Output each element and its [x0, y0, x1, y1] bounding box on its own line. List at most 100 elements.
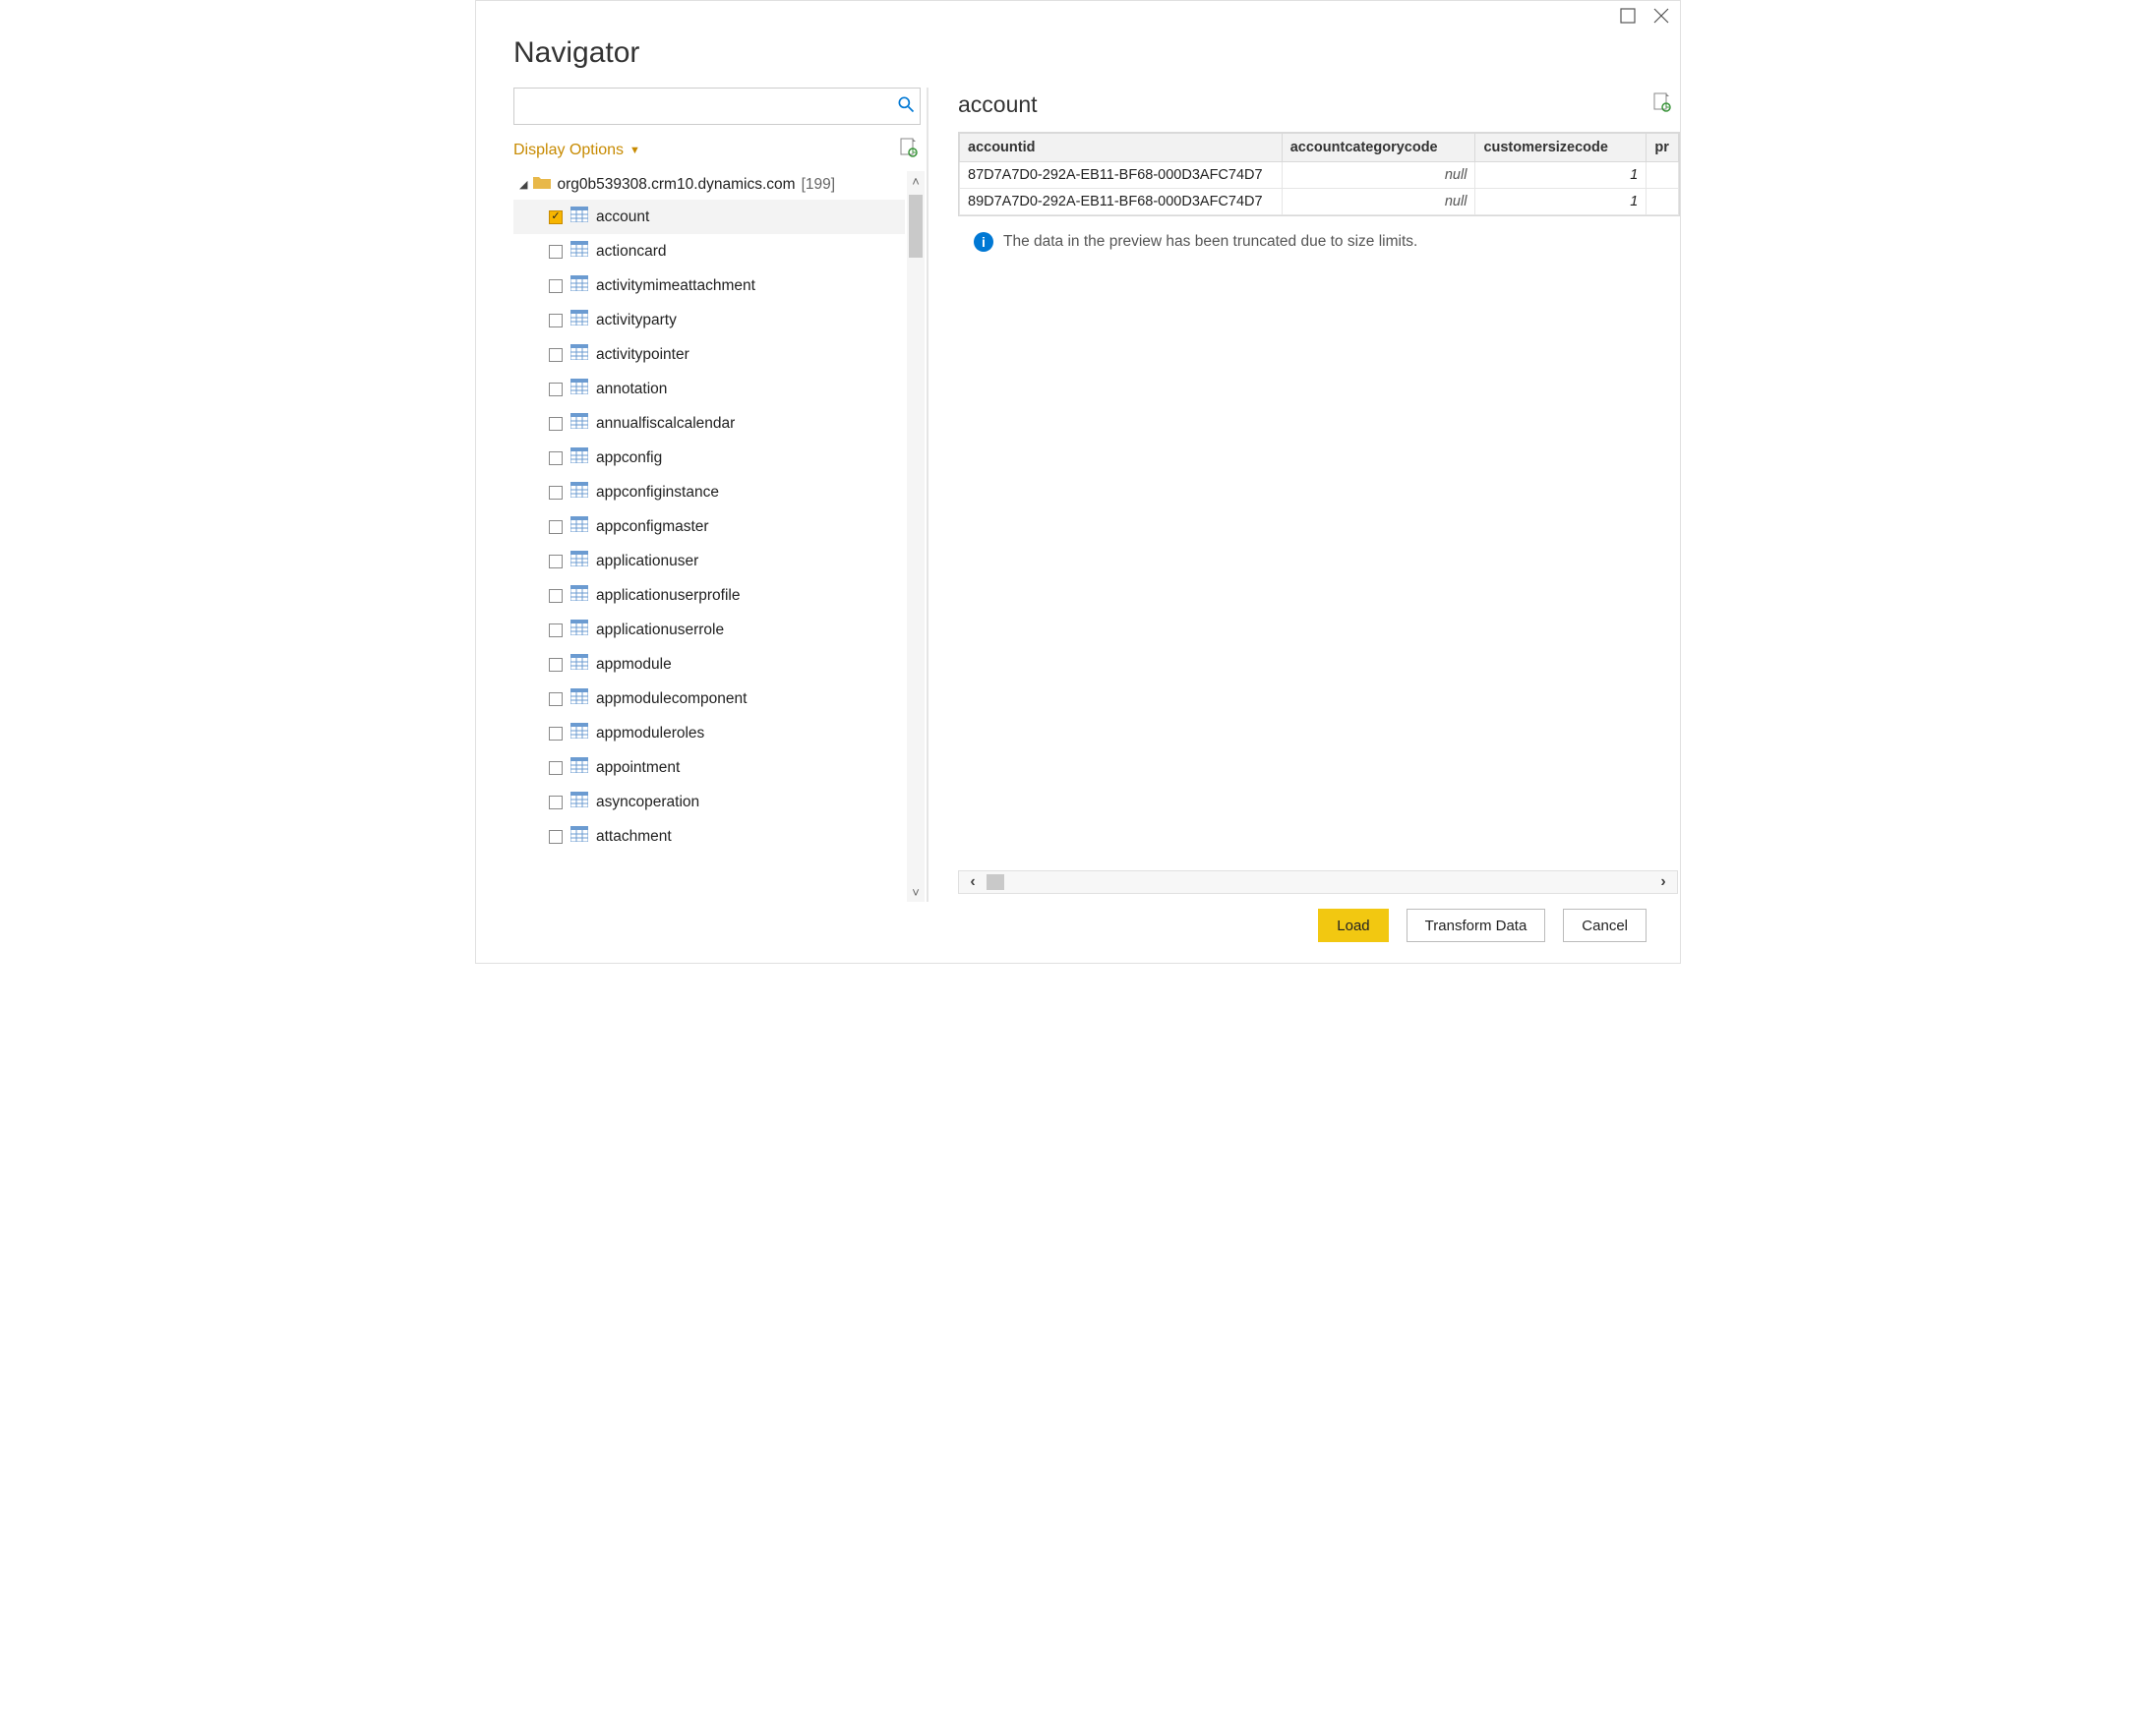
tree-item-appconfiginstance[interactable]: appconfiginstance [513, 475, 905, 509]
hscroll-thumb[interactable] [987, 874, 1004, 890]
tree-item-appmoduleroles[interactable]: appmoduleroles [513, 716, 905, 750]
display-options-dropdown[interactable]: Display Options ▼ [513, 142, 640, 159]
tree-item-asyncoperation[interactable]: asyncoperation [513, 785, 905, 819]
checkbox[interactable] [549, 245, 563, 259]
transform-data-button[interactable]: Transform Data [1407, 909, 1546, 942]
table-icon [570, 826, 588, 847]
cell: null [1282, 162, 1475, 189]
table-icon [570, 585, 588, 606]
maximize-icon[interactable] [1619, 7, 1637, 30]
display-options-label: Display Options [513, 142, 624, 159]
checkbox[interactable] [549, 761, 563, 775]
table-icon [570, 207, 588, 227]
tree-item-label: appointment [596, 759, 680, 777]
scroll-up-icon[interactable]: ˄ [907, 171, 925, 191]
checkbox[interactable] [549, 727, 563, 741]
tree-item-attachment[interactable]: attachment [513, 819, 905, 854]
close-icon[interactable] [1652, 7, 1670, 30]
tree-vertical-scrollbar[interactable]: ˄ ˅ [907, 171, 925, 902]
tree-item-appointment[interactable]: appointment [513, 750, 905, 785]
dialog-footer: Load Transform Data Cancel [476, 902, 1680, 963]
checkbox[interactable] [549, 314, 563, 327]
cancel-button[interactable]: Cancel [1563, 909, 1647, 942]
tree-item-applicationuserrole[interactable]: applicationuserrole [513, 613, 905, 647]
checkbox[interactable] [549, 796, 563, 809]
checkbox[interactable] [549, 658, 563, 672]
checkbox[interactable] [549, 383, 563, 396]
table-icon [570, 379, 588, 399]
search-icon[interactable] [896, 94, 916, 119]
table-icon [570, 413, 588, 434]
tree-root[interactable]: ◢ org0b539308.crm10.dynamics.com [199] [513, 171, 905, 200]
scroll-down-icon[interactable]: ˅ [907, 882, 925, 902]
scroll-left-icon[interactable]: ‹ [959, 873, 987, 891]
refresh-preview-icon[interactable] [1652, 91, 1672, 118]
cell: null [1282, 189, 1475, 215]
tree-item-annualfiscalcalendar[interactable]: annualfiscalcalendar [513, 406, 905, 441]
tree-item-actioncard[interactable]: actioncard [513, 234, 905, 268]
tree-item-activityparty[interactable]: activityparty [513, 303, 905, 337]
tree-item-activitymimeattachment[interactable]: activitymimeattachment [513, 268, 905, 303]
tree-item-appmodulecomponent[interactable]: appmodulecomponent [513, 682, 905, 716]
cell: 1 [1475, 162, 1647, 189]
table-icon [570, 551, 588, 571]
preview-panel: account accountidaccountcategorycodecust… [928, 88, 1680, 902]
table-icon [570, 516, 588, 537]
tree-item-label: asyncoperation [596, 794, 699, 811]
checkbox[interactable] [549, 486, 563, 500]
checkbox[interactable] [549, 555, 563, 568]
dialog-title: Navigator [476, 36, 1680, 88]
load-button[interactable]: Load [1318, 909, 1388, 942]
new-query-icon[interactable] [899, 137, 919, 163]
checkbox[interactable] [549, 451, 563, 465]
tree-item-label: activitymimeattachment [596, 277, 755, 295]
checkbox[interactable] [549, 279, 563, 293]
scroll-thumb[interactable] [909, 195, 923, 258]
checkbox[interactable] [549, 830, 563, 844]
tree-item-appconfigmaster[interactable]: appconfigmaster [513, 509, 905, 544]
checkbox[interactable] [549, 623, 563, 637]
tree-item-annotation[interactable]: annotation [513, 372, 905, 406]
tree-item-appmodule[interactable]: appmodule [513, 647, 905, 682]
tree-item-label: annotation [596, 381, 667, 398]
table-icon [570, 275, 588, 296]
table-icon [570, 792, 588, 812]
tree-item-account[interactable]: account [513, 200, 905, 234]
tree-item-label: activitypointer [596, 346, 689, 364]
search-input[interactable] [522, 89, 896, 124]
collapse-icon[interactable]: ◢ [519, 178, 527, 191]
column-header[interactable]: pr [1647, 134, 1679, 162]
tree-item-label: appmoduleroles [596, 725, 704, 742]
preview-title: account [958, 91, 1038, 118]
cell [1647, 189, 1679, 215]
cell: 87D7A7D0-292A-EB11-BF68-000D3AFC74D7 [960, 162, 1283, 189]
checkbox[interactable] [549, 692, 563, 706]
checkbox[interactable] [549, 520, 563, 534]
cell: 1 [1475, 189, 1647, 215]
checkbox[interactable] [549, 417, 563, 431]
table-row[interactable]: 89D7A7D0-292A-EB11-BF68-000D3AFC74D7null… [960, 189, 1679, 215]
tree-item-label: applicationuserprofile [596, 587, 740, 605]
tree-item-label: appmodule [596, 656, 672, 674]
left-panel: Display Options ▼ ◢ org0b539308.crm10.dy… [513, 88, 928, 902]
tree-item-applicationuserprofile[interactable]: applicationuserprofile [513, 578, 905, 613]
tree-item-label: annualfiscalcalendar [596, 415, 735, 433]
checkbox[interactable] [549, 589, 563, 603]
column-header[interactable]: customersizecode [1475, 134, 1647, 162]
column-header[interactable]: accountid [960, 134, 1283, 162]
tree-item-label: appconfiginstance [596, 484, 719, 502]
preview-horizontal-scrollbar[interactable]: ‹ › [958, 870, 1678, 894]
table-row[interactable]: 87D7A7D0-292A-EB11-BF68-000D3AFC74D7null… [960, 162, 1679, 189]
scroll-right-icon[interactable]: › [1649, 873, 1677, 891]
checkbox[interactable] [549, 210, 563, 224]
truncation-notice: i The data in the preview has been trunc… [958, 216, 1680, 252]
table-icon [570, 723, 588, 743]
column-header[interactable]: accountcategorycode [1282, 134, 1475, 162]
tree-item-appconfig[interactable]: appconfig [513, 441, 905, 475]
checkbox[interactable] [549, 348, 563, 362]
tree-item-activitypointer[interactable]: activitypointer [513, 337, 905, 372]
tree-item-label: appconfig [596, 449, 662, 467]
preview-table: accountidaccountcategorycodecustomersize… [959, 133, 1679, 215]
search-box[interactable] [513, 88, 921, 125]
tree-item-applicationuser[interactable]: applicationuser [513, 544, 905, 578]
